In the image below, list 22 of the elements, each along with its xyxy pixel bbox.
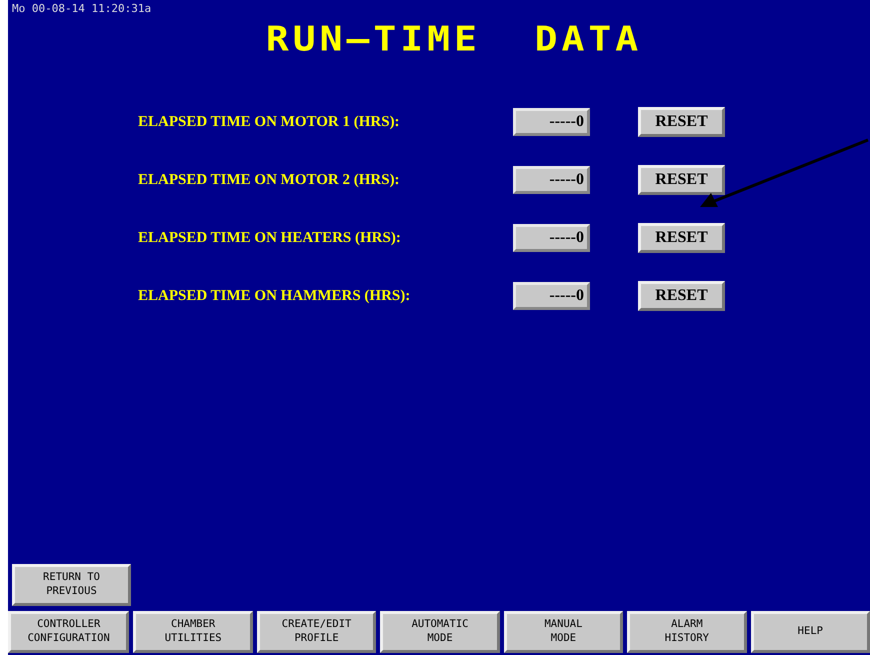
nav-button[interactable]: CHAMBER UTILITIES [133,611,253,653]
reset-button[interactable]: RESET [638,281,725,311]
value-field: -----0 [513,166,590,194]
clock-text: Mo 00-08-14 11:20:31a [11,1,152,15]
nav-button[interactable]: CONTROLLER CONFIGURATION [8,611,130,653]
parameter-label: ELAPSED TIME ON HAMMERS (HRS): [138,288,412,304]
nav-button[interactable]: AUTOMATIC MODE [380,611,500,653]
reset-button[interactable]: RESET [638,165,725,195]
value-field: -----0 [513,224,590,252]
value-field: -----0 [513,282,590,310]
reset-button[interactable]: RESET [638,107,725,137]
screen-title: RUN—TIME DATA [266,19,642,59]
value-field: -----0 [513,108,590,136]
nav-button[interactable]: HELP [750,611,870,653]
nav-button[interactable]: CREATE/EDIT PROFILE [256,611,376,653]
parameter-label: ELAPSED TIME ON MOTOR 1 (HRS): [138,114,401,130]
parameter-label: ELAPSED TIME ON MOTOR 2 (HRS): [138,172,401,188]
reset-button[interactable]: RESET [638,223,725,253]
nav-button[interactable]: MANUAL MODE [504,611,624,653]
return-button[interactable]: RETURN TO PREVIOUS [12,564,131,606]
parameter-label: ELAPSED TIME ON HEATERS (HRS): [138,230,402,246]
nav-button[interactable]: ALARM HISTORY [627,611,747,653]
